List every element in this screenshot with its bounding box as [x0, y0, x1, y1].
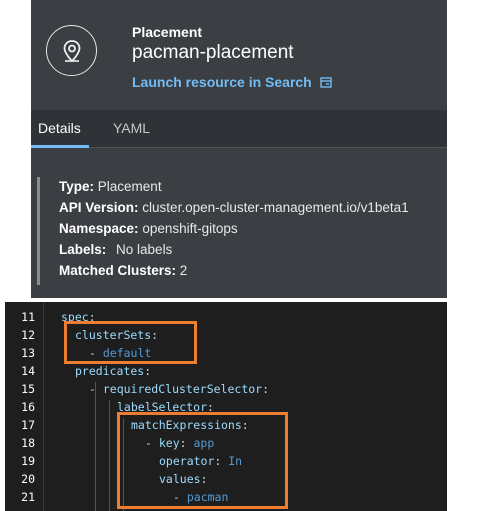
detail-type-value: Placement [97, 179, 162, 194]
line-number: 19 [21, 454, 35, 468]
map-pin-icon [63, 39, 80, 62]
line-number: 11 [21, 310, 35, 324]
resource-kind: Placement [132, 24, 203, 40]
highlight-box-matchexpressions [117, 412, 288, 509]
code-body[interactable]: spec: clusterSets: - default predicates:… [43, 302, 448, 511]
line-number: 21 [21, 490, 35, 504]
launch-search-link[interactable]: Launch resource in Search [132, 74, 332, 90]
indent-guide [109, 400, 110, 511]
highlight-box-clustersets [64, 321, 197, 364]
line-number: 20 [21, 472, 35, 486]
detail-labels: Labels: No labels [59, 242, 172, 257]
line-number: 12 [21, 328, 35, 342]
external-link-icon [320, 77, 332, 88]
detail-namespace-value: openshift-gitops [142, 221, 238, 236]
detail-api-version: API Version: cluster.open-cluster-manage… [59, 200, 409, 215]
launch-search-label: Launch resource in Search [132, 74, 312, 90]
detail-namespace: Namespace: openshift-gitops [59, 221, 238, 236]
active-tab-indicator [31, 145, 89, 148]
resource-details-panel: Placement pacman-placement Launch resour… [31, 0, 447, 298]
yaml-key: predicates [75, 364, 145, 378]
line-number: 17 [21, 418, 35, 432]
code-line: predicates: [75, 364, 151, 378]
details-list: Type: Placement API Version: cluster.ope… [37, 177, 440, 285]
tab-yaml[interactable]: YAML [113, 120, 150, 136]
detail-labels-label: Labels: [59, 242, 107, 257]
line-number-gutter: 11 12 13 14 15 16 17 18 19 20 21 [5, 302, 43, 511]
panel-header: Placement pacman-placement Launch resour… [31, 0, 447, 110]
resource-name: pacman-placement [132, 42, 294, 63]
resource-icon [46, 25, 97, 76]
code-line: - requiredClusterSelector: [89, 382, 269, 396]
line-number: 16 [21, 400, 35, 414]
yaml-code-view: 11 12 13 14 15 16 17 18 19 20 21 spec: c… [5, 302, 447, 511]
detail-matched-label: Matched Clusters: [59, 263, 177, 278]
yaml-key: - requiredClusterSelector [89, 382, 263, 396]
line-number: 15 [21, 382, 35, 396]
detail-namespace-label: Namespace: [59, 221, 139, 236]
tab-bar: Details YAML [31, 110, 447, 148]
detail-api-label: API Version: [59, 200, 139, 215]
indent-guide [95, 382, 96, 511]
line-number: 18 [21, 436, 35, 450]
detail-type-label: Type: [59, 179, 95, 194]
detail-matched-value: 2 [179, 263, 188, 278]
detail-api-value: cluster.open-cluster-management.io/v1bet… [142, 200, 409, 215]
detail-labels-value: No labels [116, 242, 173, 257]
line-number: 13 [21, 346, 35, 360]
yaml-sep: : [262, 382, 270, 396]
tab-details[interactable]: Details [38, 120, 81, 136]
yaml-sep: : [144, 364, 152, 378]
detail-matched-clusters: Matched Clusters: 2 [59, 263, 187, 278]
line-number: 14 [21, 364, 35, 378]
detail-type: Type: Placement [59, 179, 162, 194]
